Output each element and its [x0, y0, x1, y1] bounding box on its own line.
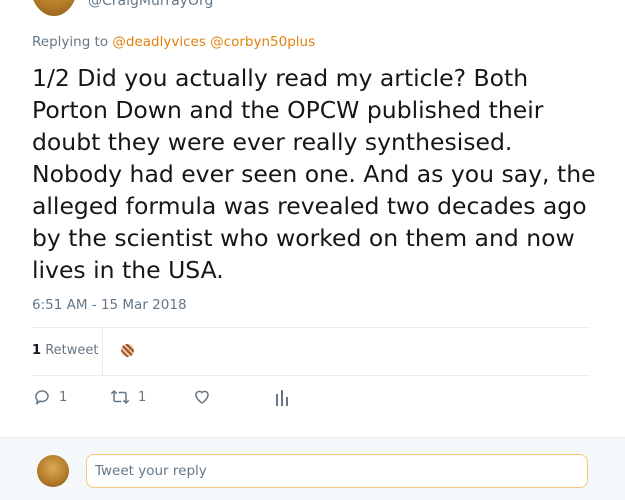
- reply-button[interactable]: 1: [33, 388, 67, 406]
- retweets-label: Retweet: [45, 343, 99, 358]
- retweet-icon: [110, 388, 130, 406]
- replying-to-line: Replying to @deadlyvices @corbyn50plus: [32, 34, 315, 50]
- analytics-button[interactable]: [275, 388, 289, 406]
- divider: [32, 375, 590, 376]
- heart-icon: [193, 388, 211, 406]
- mention-link[interactable]: @corbyn50plus: [210, 34, 315, 50]
- stats-separator: [102, 328, 103, 375]
- retweet-count: 1: [138, 389, 147, 405]
- retweeter-avatar[interactable]: [121, 344, 134, 357]
- user-avatar[interactable]: [37, 455, 69, 487]
- retweet-button[interactable]: 1: [110, 388, 146, 406]
- replying-prefix: Replying to: [32, 34, 109, 50]
- tweet-actions: 1 1: [32, 388, 332, 410]
- analytics-icon: [275, 388, 289, 406]
- author-avatar[interactable]: [30, 0, 78, 16]
- tweet-text: 1/2 Did you actually read my article? Bo…: [32, 64, 596, 284]
- reply-composer: [0, 437, 625, 500]
- like-button[interactable]: [193, 388, 211, 406]
- reply-icon: [33, 388, 51, 406]
- reply-input[interactable]: [86, 454, 588, 488]
- author-handle[interactable]: @CraigMurrayOrg: [88, 0, 213, 9]
- tweet-timestamp[interactable]: 6:51 AM - 15 Mar 2018: [32, 297, 187, 313]
- tweet-page: @CraigMurrayOrg Replying to @deadlyvices…: [0, 0, 625, 500]
- mention-link[interactable]: @deadlyvices: [112, 34, 205, 50]
- retweets-stat[interactable]: 1 Retweet: [32, 343, 98, 358]
- retweets-count: 1: [32, 343, 42, 358]
- tweet-stats: 1 Retweet: [32, 328, 590, 375]
- reply-count: 1: [59, 389, 68, 405]
